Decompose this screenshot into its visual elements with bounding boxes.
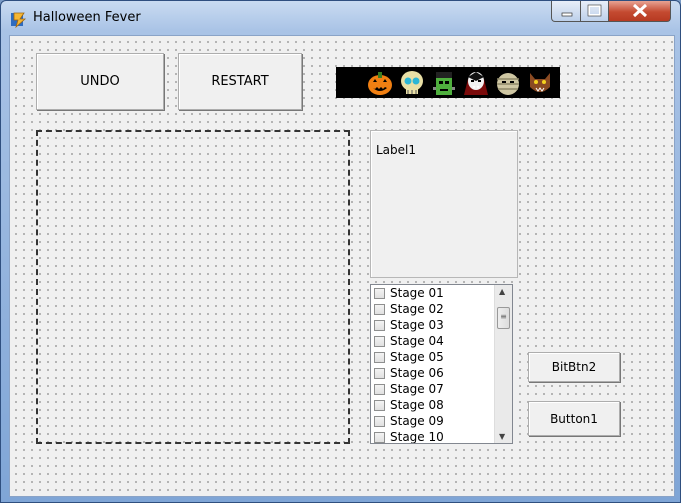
window-title: Halloween Fever [33, 10, 141, 25]
title-bar[interactable]: Halloween Fever [1, 1, 680, 35]
stage-label: Stage 08 [390, 398, 444, 412]
label1-text: Label1 [376, 143, 417, 157]
checkbox[interactable] [374, 319, 385, 331]
maximize-button[interactable] [581, 1, 609, 22]
stage-label: Stage 03 [390, 318, 444, 332]
stage-label: Stage 07 [390, 382, 444, 396]
stage-label: Stage 10 [390, 430, 444, 444]
list-item[interactable]: Stage 08 [371, 397, 512, 413]
skull-icon [401, 70, 423, 94]
list-item[interactable]: Stage 01 [371, 285, 512, 301]
checkbox[interactable] [374, 303, 385, 315]
list-item[interactable]: Stage 02 [371, 301, 512, 317]
form-client-area: UNDO RESTART Label1 Stage 01 Stage 02 St… [9, 35, 675, 497]
mummy-icon [497, 72, 519, 95]
werewolf-icon [530, 72, 550, 92]
list-item[interactable]: Stage 07 [371, 381, 512, 397]
close-icon [632, 3, 648, 18]
checkbox[interactable] [374, 367, 385, 379]
checkbox[interactable] [374, 415, 385, 427]
checkbox[interactable] [374, 383, 385, 395]
game-board-paintbox[interactable] [36, 130, 350, 444]
stage-checklistbox[interactable]: Stage 01 Stage 02 Stage 03 Stage 04 Stag… [370, 284, 513, 444]
list-item[interactable]: Stage 06 [371, 365, 512, 381]
stage-label: Stage 05 [390, 350, 444, 364]
checkbox[interactable] [374, 351, 385, 363]
bitbtn2-button[interactable]: BitBtn2 [528, 352, 620, 382]
undo-button[interactable]: UNDO [36, 53, 164, 110]
main-window: Halloween Fever UNDO RESTART Label1 Stag… [0, 0, 681, 503]
halloween-banner [336, 67, 560, 98]
scroll-down-arrow-icon[interactable]: ▼ [499, 432, 505, 441]
maximize-icon [587, 4, 602, 17]
list-item[interactable]: Stage 03 [371, 317, 512, 333]
checkbox[interactable] [374, 431, 385, 443]
list-item[interactable]: Stage 04 [371, 333, 512, 349]
app-icon [11, 12, 27, 28]
stage-label: Stage 02 [390, 302, 444, 316]
stage-label: Stage 06 [390, 366, 444, 380]
restart-button[interactable]: RESTART [178, 53, 302, 110]
minimize-icon [561, 12, 573, 17]
checkbox[interactable] [374, 287, 385, 299]
label-panel: Label1 [370, 130, 518, 278]
list-item[interactable]: Stage 09 [371, 413, 512, 429]
stage-label: Stage 09 [390, 414, 444, 428]
list-item[interactable]: Stage 10 [371, 429, 512, 444]
scroll-up-arrow-icon[interactable]: ▲ [499, 287, 505, 296]
scrollbar-thumb[interactable]: ≡ [497, 307, 510, 329]
stage-label: Stage 01 [390, 286, 444, 300]
close-button[interactable] [609, 1, 671, 22]
minimize-button[interactable] [551, 1, 581, 22]
checkbox[interactable] [374, 399, 385, 411]
list-item[interactable]: Stage 05 [371, 349, 512, 365]
button1-button[interactable]: Button1 [528, 401, 620, 436]
pumpkin-icon [368, 71, 392, 95]
vampire-icon [464, 71, 488, 95]
vertical-scrollbar[interactable]: ▲ ≡ ▼ [494, 285, 512, 443]
stage-label: Stage 04 [390, 334, 444, 348]
checkbox[interactable] [374, 335, 385, 347]
frankenstein-icon [433, 71, 455, 95]
